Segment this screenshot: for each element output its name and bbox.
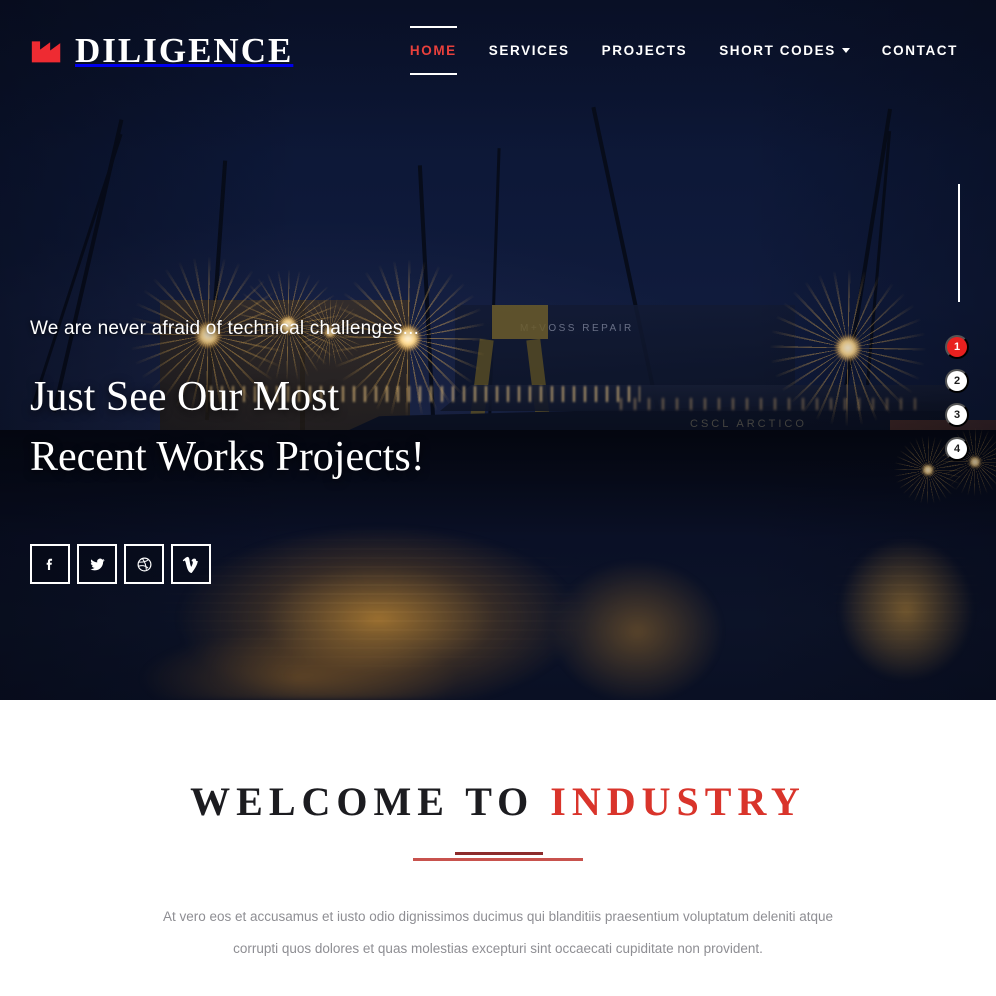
divider-bar-top bbox=[455, 852, 543, 855]
brand-name: DILIGENCE bbox=[75, 30, 294, 70]
dribbble-icon bbox=[137, 557, 151, 571]
social-links bbox=[30, 544, 211, 584]
factory-icon bbox=[31, 40, 61, 62]
hero-content: We are never afraid of technical challen… bbox=[30, 318, 425, 487]
hero-subtitle: We are never afraid of technical challen… bbox=[30, 318, 420, 339]
facebook-link[interactable] bbox=[30, 544, 70, 584]
nav-item-home[interactable]: HOME bbox=[409, 25, 457, 75]
welcome-paragraph: At vero eos et accusamus et iusto odio d… bbox=[162, 909, 834, 956]
welcome-title-plain: WELCOME TO bbox=[190, 779, 551, 824]
twitter-icon bbox=[89, 558, 105, 570]
site-header: DILIGENCE HOME SERVICES PROJECTS SHORT C… bbox=[0, 0, 996, 100]
slider-dot-1[interactable]: 1 bbox=[945, 335, 969, 359]
welcome-title-accent: INDUSTRY bbox=[550, 779, 806, 824]
nav-item-contact[interactable]: CONTACT bbox=[882, 39, 958, 62]
dribbble-link[interactable] bbox=[124, 544, 164, 584]
nav-label-contact: CONTACT bbox=[881, 42, 958, 58]
nav-item-services[interactable]: SERVICES bbox=[489, 39, 570, 62]
nav-item-short-codes[interactable]: SHORT CODES bbox=[719, 39, 850, 62]
nav-label-projects: PROJECTS bbox=[601, 42, 688, 58]
section-divider bbox=[413, 849, 583, 865]
nav-label-services: SERVICES bbox=[488, 42, 570, 58]
slider-dots: 1 2 3 4 bbox=[945, 335, 969, 461]
welcome-title: WELCOME TO INDUSTRY bbox=[190, 778, 806, 825]
hero-title-line2: Recent Works Projects! bbox=[30, 433, 425, 480]
twitter-link[interactable] bbox=[77, 544, 117, 584]
slider-dot-4[interactable]: 4 bbox=[945, 437, 969, 461]
vimeo-link[interactable] bbox=[171, 544, 211, 584]
hero-title-line1: Just See Our Most bbox=[30, 374, 340, 420]
slider-dot-2[interactable]: 2 bbox=[945, 369, 969, 393]
facebook-icon bbox=[46, 558, 53, 570]
chevron-down-icon bbox=[841, 48, 850, 54]
slider-progress-rail bbox=[958, 184, 960, 302]
hero-title: Just See Our Most Recent Works Projects! bbox=[30, 368, 425, 487]
nav-label-short-codes: SHORT CODES bbox=[719, 42, 836, 58]
nav-item-projects[interactable]: PROJECTS bbox=[602, 39, 688, 62]
main-navigation: HOME SERVICES PROJECTS SHORT CODES CONTA… bbox=[409, 25, 958, 75]
slider-dot-3[interactable]: 3 bbox=[945, 403, 969, 427]
nav-label-home: HOME bbox=[409, 42, 457, 58]
welcome-section: WELCOME TO INDUSTRY At vero eos et accus… bbox=[0, 700, 996, 996]
divider-bar-bottom bbox=[413, 858, 583, 861]
brand-logo-link[interactable]: DILIGENCE bbox=[30, 33, 293, 68]
vimeo-icon bbox=[182, 556, 198, 573]
hero-section: M+VOSS REPAIR CSCL ARCTICO bbox=[0, 0, 996, 700]
